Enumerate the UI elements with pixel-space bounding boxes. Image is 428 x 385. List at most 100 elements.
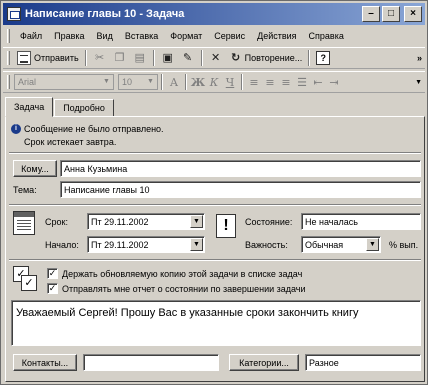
toolbar-separator: [185, 74, 187, 90]
tab-details[interactable]: Подробно: [54, 99, 114, 117]
menu-edit[interactable]: Правка: [48, 31, 90, 41]
to-button[interactable]: Кому...: [13, 160, 57, 177]
menu-grip: [7, 29, 10, 43]
start-date-field[interactable]: Пт 29.11.2002 ▼: [87, 236, 205, 253]
info-line-2: Срок истекает завтра.: [24, 137, 116, 147]
divider: [9, 152, 421, 154]
chevron-down-icon[interactable]: ▼: [190, 238, 203, 251]
toolbar-grip: [7, 75, 10, 89]
divider: [9, 259, 421, 261]
to-field[interactable]: Анна Кузьмина: [60, 160, 421, 177]
font-size-value: 10: [122, 77, 133, 87]
priority-label: Важность:: [245, 239, 288, 250]
categories-button[interactable]: Категории...: [229, 354, 299, 371]
info-message: Сообщение не было отправлено.: [24, 124, 164, 134]
toolbar-separator: [152, 50, 155, 66]
status-field[interactable]: Не началась: [301, 213, 421, 230]
recurrence-label: Повторение...: [244, 53, 303, 63]
toolbar-separator: [84, 50, 87, 66]
align-center-icon[interactable]: ≡: [262, 76, 278, 89]
toolbar-separator: [161, 74, 163, 90]
percent-complete-label: % вып.: [389, 239, 419, 250]
standard-toolbar: Отправить ✂ ❐ ▤ ▣ ✎ ✕ ↻ Повторение... ? …: [3, 47, 425, 69]
help-button[interactable]: ?: [313, 49, 333, 67]
menu-insert[interactable]: Вставка: [119, 31, 164, 41]
recurrence-button[interactable]: ↻ Повторение...: [226, 49, 306, 67]
copy-button[interactable]: ❐: [110, 49, 130, 67]
tab-task[interactable]: Задача: [5, 97, 54, 117]
bullets-icon[interactable]: ☰: [294, 76, 310, 89]
help-icon: ?: [316, 51, 331, 65]
subject-label: Тема:: [13, 184, 37, 195]
toolbar-separator: [200, 50, 203, 66]
calendar-icon: [13, 211, 35, 235]
formatting-toolbar: Arial ▼ 10 ▼ A Ж К Ч ≡ ≡ ≡ ☰ ⇤ ⇥ ▼: [3, 71, 425, 93]
paste-button[interactable]: ▤: [130, 49, 150, 67]
font-name-combo[interactable]: Arial ▼: [14, 74, 114, 90]
send-label: Отправить: [34, 53, 79, 63]
send-report-checkbox[interactable]: ✓: [47, 283, 58, 294]
categories-field[interactable]: Разное: [305, 354, 421, 371]
subject-field[interactable]: Написание главы 10: [60, 181, 421, 198]
increase-indent-icon[interactable]: ⇥: [326, 76, 342, 89]
font-size-combo[interactable]: 10 ▼: [118, 74, 158, 90]
insert-file-icon: ▣: [162, 52, 173, 64]
menu-tools[interactable]: Сервис: [208, 31, 251, 41]
toolbar-overflow-icon[interactable]: »: [414, 49, 425, 67]
due-date-field[interactable]: Пт 29.11.2002 ▼: [87, 213, 205, 230]
italic-icon[interactable]: К: [206, 76, 222, 89]
start-date-value: Пт 29.11.2002: [91, 239, 149, 250]
chevron-down-icon: ▼: [147, 78, 154, 85]
delete-button[interactable]: ✕: [206, 49, 226, 67]
font-color-icon[interactable]: A: [166, 76, 182, 89]
toolbar-separator: [308, 50, 311, 66]
priority-select[interactable]: Обычная ▼: [301, 236, 381, 253]
window-title: Написание главы 10 - Задача: [25, 8, 185, 20]
divider: [9, 204, 421, 206]
chevron-down-icon[interactable]: ▼: [366, 238, 379, 251]
bold-icon[interactable]: Ж: [190, 76, 206, 89]
chevron-down-icon: ▼: [103, 78, 110, 85]
recurrence-icon: ↻: [231, 52, 241, 64]
menu-help[interactable]: Справка: [303, 31, 350, 41]
priority-value: Обычная: [305, 239, 344, 250]
menu-actions[interactable]: Действия: [251, 31, 302, 41]
menu-view[interactable]: Вид: [91, 31, 119, 41]
minimize-button[interactable]: –: [362, 6, 380, 22]
cut-button[interactable]: ✂: [90, 49, 110, 67]
scissors-icon: ✂: [95, 52, 105, 64]
keep-copy-label: Держать обновляемую копию этой задачи в …: [62, 269, 303, 279]
font-name-value: Arial: [18, 77, 37, 87]
task-app-icon: [7, 7, 21, 21]
underline-icon[interactable]: Ч: [222, 76, 238, 89]
decrease-indent-icon[interactable]: ⇤: [310, 76, 326, 89]
info-due-message: Срок истекает завтра.: [24, 137, 117, 147]
importance-icon: !: [216, 214, 236, 238]
toolbar-options-icon[interactable]: ▼: [412, 73, 425, 91]
tab-strip: Задача Подробно: [5, 97, 115, 117]
insert-file-button[interactable]: ▣: [158, 49, 178, 67]
spelling-button[interactable]: ✎: [178, 49, 198, 67]
send-button[interactable]: Отправить: [14, 49, 82, 67]
contacts-field[interactable]: [83, 354, 219, 371]
info-line-1: i Сообщение не было отправлено.: [11, 124, 164, 134]
chevron-down-icon[interactable]: ▼: [190, 215, 203, 228]
send-report-label: Отправлять мне отчет о состоянии по заве…: [62, 284, 306, 294]
maximize-button[interactable]: □: [382, 6, 400, 22]
menu-format[interactable]: Формат: [164, 31, 208, 41]
task-body-text[interactable]: Уважаемый Сергей! Прошу Вас в указанные …: [11, 300, 421, 346]
task-window: Написание главы 10 - Задача – □ × Файл П…: [0, 0, 428, 385]
paste-icon: ▤: [134, 52, 145, 64]
start-label: Начало:: [45, 239, 79, 250]
align-left-icon[interactable]: ≡: [246, 76, 262, 89]
close-button[interactable]: ×: [404, 6, 422, 22]
align-right-icon[interactable]: ≡: [278, 76, 294, 89]
status-label: Состояние:: [245, 216, 293, 227]
send-icon: [17, 51, 31, 65]
toolbar-separator: [241, 74, 243, 90]
title-bar: Написание главы 10 - Задача – □ ×: [3, 3, 425, 25]
menu-file[interactable]: Файл: [14, 31, 48, 41]
contacts-button[interactable]: Контакты...: [13, 354, 77, 371]
delete-x-icon: ✕: [211, 52, 221, 64]
keep-copy-checkbox[interactable]: ✓: [47, 268, 58, 279]
